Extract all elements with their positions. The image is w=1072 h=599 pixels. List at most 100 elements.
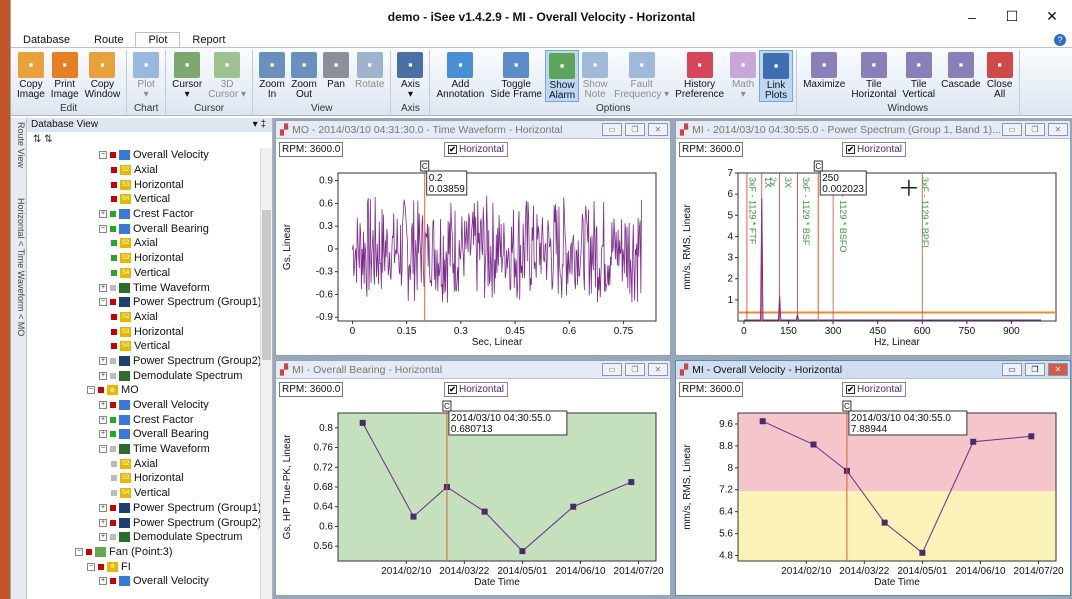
data-point[interactable]: [919, 549, 926, 556]
data-point[interactable]: [970, 438, 977, 445]
cursor-button[interactable]: ▪ Cursor ▾: [169, 50, 205, 102]
collapse-icon[interactable]: −: [99, 151, 107, 160]
tree-node[interactable]: − Overall Velocity: [27, 148, 272, 163]
expand-icon[interactable]: +: [99, 533, 107, 542]
data-point[interactable]: [410, 513, 417, 520]
tree-node[interactable]: − Power Spectrum (Group1): [27, 295, 272, 310]
panel-close-button[interactable]: ✕: [1048, 363, 1068, 376]
cascade-button[interactable]: ▪ Cascade: [938, 50, 983, 102]
tree-toolbar[interactable]: ⇅ ⇅: [27, 132, 272, 148]
tree-node[interactable]: + Demodulate Spectrum: [27, 530, 272, 545]
plot-button[interactable]: ▪ Plot ▾: [130, 50, 162, 102]
rotate-button[interactable]: ▪ Rotate: [352, 50, 387, 102]
panel-restore-button[interactable]: ❐: [625, 123, 645, 136]
tree-node[interactable]: + Power Spectrum (Group1): [27, 501, 272, 516]
overall-bearing-panel[interactable]: ▞ MI - Overall Bearing - Horizontal ▭ ❐ ✕ R…: [275, 360, 671, 596]
panel-minimize-button[interactable]: ▭: [1002, 363, 1022, 376]
side-frame-button[interactable]: ▪ Toggle Side Frame: [487, 50, 545, 102]
data-point[interactable]: [881, 519, 888, 526]
data-point[interactable]: [481, 508, 488, 515]
tree-node[interactable]: − ⚙ MO: [27, 383, 272, 398]
expand-icon[interactable]: +: [99, 415, 107, 424]
expand-icon[interactable]: +: [99, 371, 107, 380]
tab-breadcrumb-view[interactable]: Horizontal < Time Waveform < MO: [11, 198, 26, 336]
close-all-button[interactable]: ▪ Close All: [984, 50, 1016, 102]
maximize-button[interactable]: ▪ Maximize: [800, 50, 848, 102]
panel-restore-button[interactable]: ❐: [625, 363, 645, 376]
scrollbar-thumb[interactable]: [262, 210, 271, 360]
data-point[interactable]: [810, 441, 817, 448]
tile-horizontal-button[interactable]: ▪ Tile Horizontal: [848, 50, 899, 102]
pin-icon[interactable]: ▾ ‡: [253, 118, 266, 132]
panel-close-button[interactable]: ✕: [648, 363, 668, 376]
expand-icon[interactable]: +: [99, 577, 107, 586]
restore-button[interactable]: ☐: [992, 0, 1032, 33]
tree-node[interactable]: + Overall Velocity: [27, 574, 272, 589]
tree-node[interactable]: + Crest Factor: [27, 207, 272, 222]
note-button[interactable]: ▪ Show Note: [579, 50, 611, 102]
panel-close-button[interactable]: ✕: [1048, 123, 1068, 136]
close-button[interactable]: ✕: [1032, 0, 1072, 33]
panel-restore-button[interactable]: ❐: [1025, 123, 1045, 136]
expand-icon[interactable]: +: [99, 430, 107, 439]
tab-plot[interactable]: Plot: [135, 32, 181, 47]
minimize-button[interactable]: –: [952, 0, 992, 33]
expand-icon[interactable]: +: [99, 401, 107, 410]
tree-node[interactable]: − Overall Bearing: [27, 221, 272, 236]
panel-close-button[interactable]: ✕: [648, 123, 668, 136]
tree-node[interactable]: S4 Vertical: [27, 266, 272, 281]
horizontal-checkbox[interactable]: ✔ Horizontal: [842, 142, 907, 157]
tab-database[interactable]: Database: [11, 33, 82, 47]
time-waveform-chart[interactable]: 0.9 0.6 0.3 0 -0.3 -0.6 -0.9 0 0.15 0.3 0.45 0.6 0.7…: [276, 157, 670, 357]
tree-node[interactable]: + Demodulate Spectrum: [27, 368, 272, 383]
collapse-icon[interactable]: −: [99, 445, 107, 454]
tree-node[interactable]: + Power Spectrum (Group2): [27, 515, 272, 530]
tile-vertical-button[interactable]: ▪ Tile Vertical: [899, 50, 938, 102]
pan-hand-button[interactable]: ▪ Pan: [320, 50, 352, 102]
tree-node[interactable]: S2 Axial: [27, 236, 272, 251]
alarm-button[interactable]: ▪ Show Alarm: [544, 50, 580, 102]
panel-minimize-button[interactable]: ▭: [602, 123, 622, 136]
tree-node[interactable]: S2 Axial: [27, 456, 272, 471]
collapse-icon[interactable]: −: [87, 562, 95, 571]
tab-route-view[interactable]: Route View: [11, 122, 26, 168]
tree-node[interactable]: + Overall Bearing: [27, 427, 272, 442]
overall-velocity-panel[interactable]: ▞ MI - Overall Velocity - Horizontal ▭ ❐ ✕ …: [675, 360, 1071, 596]
tree-node[interactable]: S4 Vertical: [27, 486, 272, 501]
overall-bearing-chart[interactable]: 0.8 0.76 0.72 0.68 0.64 0.6 0.56 2014/02/10 2014…: [276, 397, 670, 597]
collapse-icon[interactable]: −: [99, 224, 107, 233]
tree-node[interactable]: + Time Waveform: [27, 280, 272, 295]
tree-node[interactable]: S2 Axial: [27, 163, 272, 178]
tree-node[interactable]: S4 Vertical: [27, 339, 272, 354]
panel-minimize-button[interactable]: ▭: [602, 363, 622, 376]
tree-node[interactable]: + Overall Velocity: [27, 398, 272, 413]
copy-image-button[interactable]: ▪ Copy Image: [14, 50, 48, 102]
power-spectrum-panel[interactable]: ▞ MI - 2014/03/10 04:30:55.0 - Power Spec…: [675, 120, 1071, 356]
expand-icon[interactable]: +: [99, 210, 107, 219]
expand-icon[interactable]: +: [99, 518, 107, 527]
3d-cursor-button[interactable]: ▪ 3D Cursor ▾: [205, 50, 249, 102]
data-point[interactable]: [519, 548, 526, 555]
history-button[interactable]: ▪ History Preference: [672, 50, 727, 102]
collapse-icon[interactable]: −: [75, 547, 83, 556]
panel-minimize-button[interactable]: ▭: [1002, 123, 1022, 136]
axis-xyz-button[interactable]: ▪ Axis ▾: [394, 50, 426, 102]
collapse-icon[interactable]: −: [99, 298, 107, 307]
tree-node[interactable]: S3 Horizontal: [27, 471, 272, 486]
tab-route[interactable]: Route: [82, 33, 135, 47]
tree-node[interactable]: S3 Horizontal: [27, 324, 272, 339]
tree-node[interactable]: − Time Waveform: [27, 442, 272, 457]
power-spectrum-chart[interactable]: 1 2 3 4 5 6 7 0 150 300 450 600 750 900 Hz, Linear mm/s…: [676, 157, 1070, 357]
int-diff-math-button[interactable]: ▪ Math ▾: [727, 50, 759, 102]
tree-node[interactable]: − ⚙ FI: [27, 559, 272, 574]
copy-window-button[interactable]: ▪ Copy Window: [82, 50, 124, 102]
expand-icon[interactable]: +: [99, 503, 107, 512]
data-point[interactable]: [628, 479, 635, 486]
plot-frame[interactable]: [737, 172, 1057, 322]
time-waveform-panel[interactable]: ▞ MO - 2014/03/10 04:31:30.0 - Time Wavef…: [275, 120, 671, 356]
tree-scrollbar[interactable]: [260, 148, 272, 599]
link-plots-button[interactable]: ▪ Link Plots: [759, 50, 794, 102]
data-point[interactable]: [1028, 433, 1035, 440]
data-point[interactable]: [359, 419, 366, 426]
zoom-out-button[interactable]: ▪ Zoom Out: [288, 50, 320, 102]
